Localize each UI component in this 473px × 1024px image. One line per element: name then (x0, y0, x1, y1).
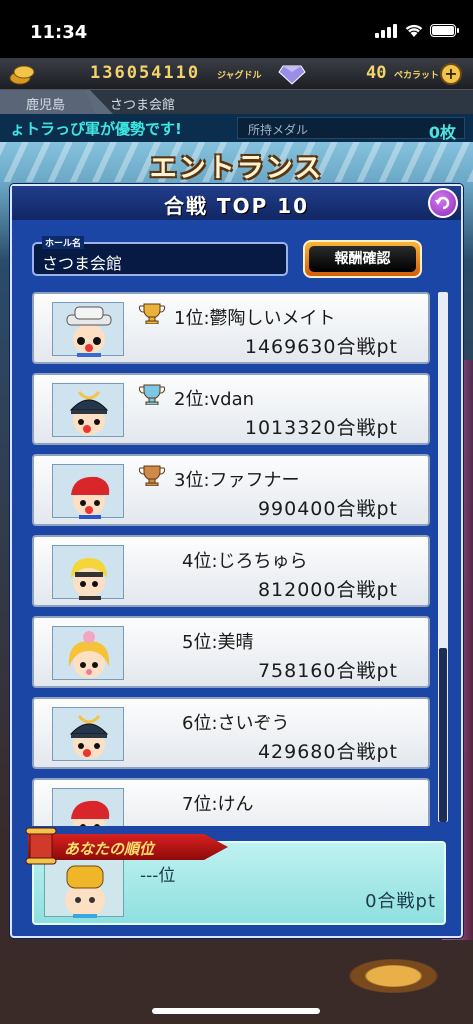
scroll-thumb[interactable] (439, 648, 447, 822)
status-bar: 11:34 (0, 0, 473, 58)
ranking-score: 1469630合戦pt (244, 336, 398, 358)
gem-icon (278, 65, 306, 85)
battery-icon (430, 24, 459, 37)
medal-value: 0枚 (428, 123, 456, 142)
page-title: エントランス (149, 153, 324, 184)
silver-trophy-icon (138, 383, 166, 406)
ranking-row[interactable]: 4位:じろちゅら 812000合戦pt (32, 535, 430, 607)
ranking-row[interactable]: 6位:さいぞう 429680合戦pt (32, 697, 430, 769)
blonde-character-avatar (52, 545, 124, 600)
hall-name-label: ホール名 (42, 236, 85, 249)
ranking-row[interactable]: 3位:ファフナー 990400合戦pt (32, 454, 430, 526)
your-score: 0合戦pt (365, 891, 436, 912)
samurai-helmet-avatar (52, 707, 124, 761)
status-time: 11:34 (30, 22, 88, 43)
coin-icon (9, 65, 35, 85)
medal-label: 所持メダル (248, 123, 309, 137)
coin-unit: ジャグドル (217, 71, 262, 81)
reward-check-label: 報酬確認 (309, 246, 416, 272)
ticker-message: ょトラっぴ軍が優勢です! (10, 120, 182, 138)
your-rank-title: あなたの順位 (64, 840, 155, 858)
panel-title: 合戦 TOP 10 (163, 194, 310, 218)
pink-hair-avatar (52, 626, 124, 680)
background-sandals (300, 940, 470, 1000)
your-rank-value: ---位 (140, 866, 176, 886)
gem-value: 40 (366, 63, 387, 83)
breadcrumb-hall: さつま会館 (90, 90, 473, 114)
bronze-trophy-icon (138, 464, 166, 487)
ranking-score: 429680合戦pt (257, 741, 398, 763)
ranking-score: 758160合戦pt (257, 660, 398, 682)
signal-icon (375, 24, 399, 38)
ticker-bar: ょトラっぴ軍が優勢です! 所持メダル 0枚 (0, 114, 473, 142)
ranking-name: 4位:じろちゅら (182, 551, 308, 572)
ranking-row[interactable]: 7位:けん (32, 778, 430, 826)
wifi-icon (405, 24, 423, 37)
back-arrow-icon (435, 196, 450, 210)
coin-value: 136054110 (90, 63, 201, 83)
scroll-icon (25, 827, 57, 865)
breadcrumb: 鹿児島 さつま会館 (0, 90, 473, 114)
hall-name-value: さつま会館 (42, 254, 123, 273)
currency-bar: 136054110 ジャグドル 40 ペカラット (0, 58, 473, 90)
breadcrumb-area[interactable]: 鹿児島 (0, 90, 95, 114)
add-gems-button[interactable]: + (440, 63, 462, 85)
ranking-score: 1013320合戦pt (244, 417, 398, 439)
gem-unit: ペカラット (394, 71, 440, 81)
ranking-score: 990400合戦pt (257, 498, 398, 520)
ranking-name: 5位:美晴 (182, 632, 254, 653)
medal-counter: 所持メダル 0枚 (237, 117, 465, 142)
ranking-name: 3位:ファフナー (174, 470, 300, 491)
ranking-score: 812000合戦pt (257, 579, 398, 601)
ranking-scrollbar[interactable] (438, 292, 448, 822)
ranking-panel: 合戦 TOP 10 ホール名 さつま会館 報酬確認 1位:鬱陶しいメイト 1469… (10, 184, 463, 938)
ranking-name: 2位:vdan (174, 389, 255, 410)
back-button[interactable] (428, 188, 458, 218)
reward-check-button[interactable]: 報酬確認 (303, 240, 422, 278)
ranking-name: 1位:鬱陶しいメイト (174, 308, 336, 329)
ranking-row[interactable]: 1位:鬱陶しいメイト 1469630合戦pt (32, 292, 430, 364)
home-indicator[interactable] (152, 1008, 320, 1014)
ranking-name: 7位:けん (182, 794, 254, 815)
red-hair-avatar (52, 464, 124, 519)
samurai-helmet-avatar (52, 383, 124, 437)
ranking-row[interactable]: 2位:vdan 1013320合戦pt (32, 373, 430, 445)
ranking-row[interactable]: 5位:美晴 758160合戦pt (32, 616, 430, 688)
gold-trophy-icon (138, 302, 166, 325)
red-hair-avatar (52, 788, 124, 826)
ranking-list[interactable]: 1位:鬱陶しいメイト 1469630合戦pt 2位:vdan 1013320合戦pt 3… (32, 292, 430, 826)
hat-character-avatar (52, 302, 124, 357)
panel-header: 合戦 TOP 10 (12, 186, 461, 220)
ranking-name: 6位:さいぞう (182, 713, 290, 734)
